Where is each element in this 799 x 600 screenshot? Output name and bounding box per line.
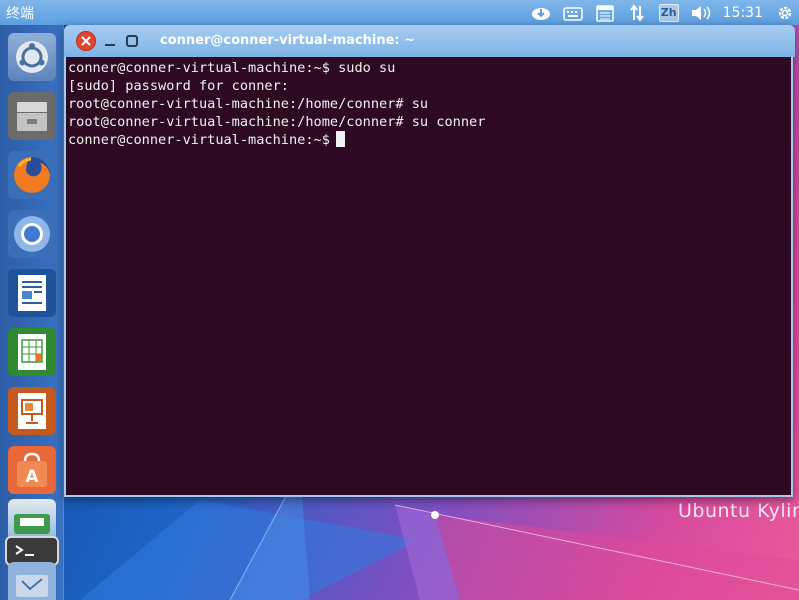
indicator-area: Zh 15:31 (525, 0, 799, 25)
volume-icon[interactable] (685, 0, 717, 25)
writer-icon (8, 269, 56, 317)
window-titlebar[interactable]: conner@conner-virtual-machine: ~ (64, 25, 795, 57)
launcher-writer[interactable] (6, 267, 58, 319)
close-icon (81, 36, 91, 46)
terminal-line: [sudo] password for conner: (68, 78, 289, 94)
launcher-software-center[interactable]: A (6, 444, 58, 496)
terminal-prompt: conner@conner-virtual-machine:~$ (68, 132, 330, 148)
minimize-button[interactable] (100, 31, 120, 51)
svg-text:A: A (25, 467, 39, 487)
terminal-line: root@conner-virtual-machine:/home/conner… (68, 96, 429, 112)
calc-icon (8, 328, 56, 376)
launcher-files[interactable] (6, 90, 58, 142)
terminal-prompt-line[interactable]: conner@conner-virtual-machine:~$ (68, 131, 791, 149)
launcher-firefox[interactable] (6, 149, 58, 201)
terminal-output[interactable]: conner@conner-virtual-machine:~$ sudo su… (68, 59, 791, 491)
terminal-cursor (335, 131, 345, 147)
launcher-chromium[interactable] (6, 208, 58, 260)
firefox-icon (8, 151, 56, 199)
software-center-icon: A (8, 446, 56, 494)
maximize-icon (126, 35, 138, 47)
launcher: A (0, 25, 64, 600)
chromium-icon (8, 210, 56, 258)
network-updown-icon[interactable] (621, 0, 653, 25)
gear-icon[interactable] (771, 0, 799, 25)
software-updater-icon[interactable] (525, 0, 557, 25)
launcher-dash-home[interactable] (6, 31, 58, 83)
clock[interactable]: 15:31 (717, 5, 771, 21)
launcher-trash[interactable] (6, 560, 58, 600)
trash-icon (8, 562, 56, 600)
maximize-button[interactable] (122, 31, 142, 51)
input-method-indicator[interactable]: Zh (653, 0, 685, 25)
calendar-icon[interactable] (589, 0, 621, 25)
keyboard-icon[interactable] (557, 0, 589, 25)
files-icon (8, 92, 56, 140)
terminal-line: conner@conner-virtual-machine:~$ sudo su (68, 60, 396, 76)
terminal-window: conner@conner-virtual-machine: ~ conner@… (64, 25, 795, 497)
impress-icon (8, 387, 56, 435)
minimize-icon (105, 44, 115, 46)
dash-home-icon (8, 33, 56, 81)
window-title: conner@conner-virtual-machine: ~ (160, 33, 416, 48)
desktop-watermark: Ubuntu Kylin (678, 500, 799, 522)
input-method-icon: Zh (658, 3, 679, 22)
terminal-line: root@conner-virtual-machine:/home/conner… (68, 114, 486, 130)
app-title: 终端 (6, 5, 34, 22)
launcher-calc[interactable] (6, 326, 58, 378)
launcher-impress[interactable] (6, 385, 58, 437)
close-button[interactable] (76, 31, 96, 51)
top-panel: 终端 Zh 15:31 (0, 0, 799, 25)
